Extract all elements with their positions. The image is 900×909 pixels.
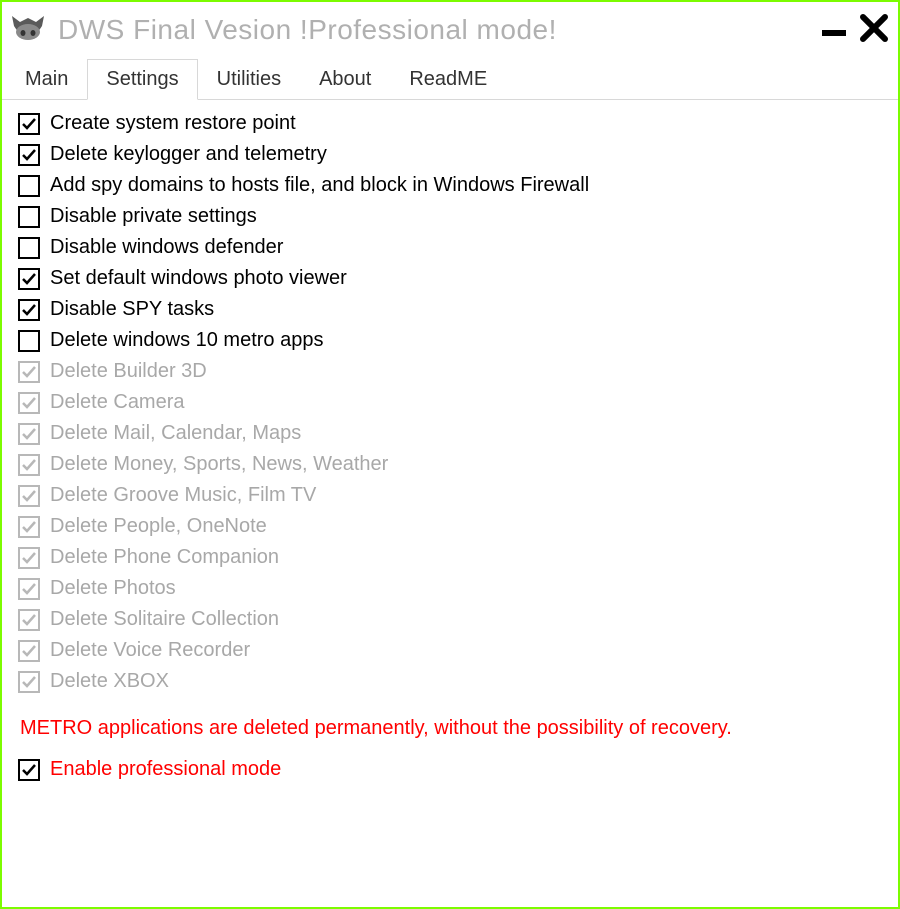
checkmark-icon [21,519,37,535]
checkbox-label: Delete People, OneNote [50,515,267,538]
checkmark-icon [21,488,37,504]
checkmark-icon [21,302,37,318]
checkbox [18,609,40,631]
checkmark-icon [21,457,37,473]
checkbox-row: Add spy domains to hosts file, and block… [18,174,882,197]
checkbox [18,361,40,383]
checkbox-label: Delete Solitaire Collection [50,608,279,631]
checkbox-label: Add spy domains to hosts file, and block… [50,174,589,197]
checkbox-label: Set default windows photo viewer [50,267,347,290]
checkbox-label: Delete XBOX [50,670,169,693]
checkbox [18,485,40,507]
checkbox [18,516,40,538]
checkbox[interactable] [18,299,40,321]
checkbox-row: Delete Phone Companion [18,546,882,569]
checkbox-label: Delete Money, Sports, News, Weather [50,453,388,476]
checkbox-row: Delete XBOX [18,670,882,693]
checkbox[interactable] [18,113,40,135]
checkbox-row: Delete Camera [18,391,882,414]
professional-mode-label: Enable professional mode [50,758,281,781]
checkbox-row: Delete People, OneNote [18,515,882,538]
app-icon [10,12,46,48]
checkbox [18,454,40,476]
checkbox [18,392,40,414]
checkbox [18,423,40,445]
tab-bar: Main Settings Utilities About ReadME [2,58,898,100]
checkbox[interactable] [18,144,40,166]
checkbox-row: Disable private settings [18,205,882,228]
checkbox-row: Disable SPY tasks [18,298,882,321]
checkbox-row: Delete Groove Music, Film TV [18,484,882,507]
checkmark-icon [21,643,37,659]
checkbox-row: Create system restore point [18,112,882,135]
window-title: DWS Final Vesion !Professional mode! [58,14,820,46]
checkbox-label: Create system restore point [50,112,296,135]
checkbox-row: Delete windows 10 metro apps [18,329,882,352]
tab-utilities[interactable]: Utilities [198,59,300,100]
checkbox-list: Create system restore point Delete keylog… [18,112,882,693]
professional-mode-row: Enable professional mode [18,758,882,781]
checkmark-icon [21,550,37,566]
checkbox[interactable] [18,268,40,290]
checkbox[interactable] [18,175,40,197]
checkmark-icon [21,116,37,132]
checkmark-icon [21,674,37,690]
checkbox-row: Delete keylogger and telemetry [18,143,882,166]
checkbox-label: Delete Voice Recorder [50,639,250,662]
checkbox-label: Disable windows defender [50,236,283,259]
professional-mode-checkbox[interactable] [18,759,40,781]
checkbox-row: Delete Money, Sports, News, Weather [18,453,882,476]
checkbox-row: Delete Mail, Calendar, Maps [18,422,882,445]
titlebar: DWS Final Vesion !Professional mode! [2,2,898,58]
tab-main[interactable]: Main [6,59,87,100]
checkbox-label: Delete Builder 3D [50,360,207,383]
checkbox [18,671,40,693]
checkbox-row: Set default windows photo viewer [18,267,882,290]
checkbox [18,640,40,662]
tab-about[interactable]: About [300,59,390,100]
window-controls [820,14,888,47]
tab-readme[interactable]: ReadME [390,59,506,100]
checkmark-icon [21,426,37,442]
checkbox-label: Delete Mail, Calendar, Maps [50,422,301,445]
checkmark-icon [21,395,37,411]
checkbox-label: Delete Camera [50,391,185,414]
checkbox-label: Delete keylogger and telemetry [50,143,327,166]
checkbox [18,578,40,600]
checkbox-label: Delete Phone Companion [50,546,279,569]
checkbox[interactable] [18,237,40,259]
checkbox [18,547,40,569]
tab-settings[interactable]: Settings [87,59,197,100]
checkbox-label: Disable private settings [50,205,257,228]
checkmark-icon [21,762,37,778]
checkbox-row: Delete Voice Recorder [18,639,882,662]
checkbox-label: Delete Groove Music, Film TV [50,484,316,507]
checkbox[interactable] [18,206,40,228]
close-button[interactable] [860,14,888,47]
checkbox-row: Delete Builder 3D [18,360,882,383]
checkbox-label: Disable SPY tasks [50,298,214,321]
checkbox-label: Delete Photos [50,577,176,600]
minimize-button[interactable] [820,14,848,47]
checkmark-icon [21,364,37,380]
checkbox-row: Delete Solitaire Collection [18,608,882,631]
settings-panel: Create system restore point Delete keylog… [2,100,898,801]
checkmark-icon [21,612,37,628]
checkbox-row: Disable windows defender [18,236,882,259]
checkbox-row: Delete Photos [18,577,882,600]
metro-warning: METRO applications are deleted permanent… [20,717,882,740]
checkbox[interactable] [18,330,40,352]
checkmark-icon [21,147,37,163]
checkbox-label: Delete windows 10 metro apps [50,329,323,352]
checkmark-icon [21,581,37,597]
checkmark-icon [21,271,37,287]
